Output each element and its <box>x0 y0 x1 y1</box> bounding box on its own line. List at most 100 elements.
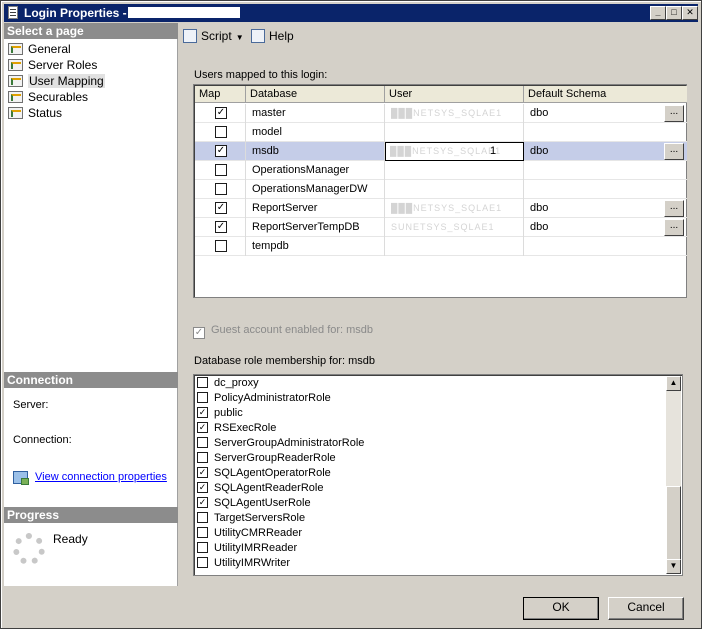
role-checkbox[interactable] <box>197 437 208 448</box>
left-pane: Select a page General Server Roles User … <box>4 23 178 586</box>
database-cell: model <box>246 123 385 142</box>
user-cell[interactable] <box>385 237 524 256</box>
page-icon <box>8 59 23 71</box>
schema-cell[interactable]: dbo <box>524 104 687 123</box>
role-checkbox[interactable] <box>197 377 208 388</box>
role-checkbox[interactable] <box>197 392 208 403</box>
page-securables[interactable]: Securables <box>8 90 88 105</box>
role-checkbox[interactable]: ✓ <box>197 482 208 493</box>
schema-browse-button[interactable]: ... <box>664 200 684 217</box>
text-caret: 1 <box>490 145 497 157</box>
vertical-scrollbar[interactable]: ▲ ▼ <box>666 376 681 574</box>
minimize-button[interactable]: _ <box>650 6 666 20</box>
table-row[interactable]: OperationsManagerDW <box>195 180 687 199</box>
column-header-database[interactable]: Database <box>246 86 385 103</box>
server-label: Server: <box>13 399 49 411</box>
table-row[interactable]: tempdb <box>195 237 687 256</box>
column-header-user[interactable]: User <box>385 86 524 103</box>
role-membership-list: dc_proxy PolicyAdministratorRole ✓ public ✓ R… <box>193 374 683 576</box>
user-mapping-panel: Users mapped to this login: Map Database… <box>179 49 697 586</box>
ok-button[interactable]: OK <box>523 597 599 620</box>
scroll-up-icon[interactable]: ▲ <box>666 376 681 391</box>
chevron-down-icon[interactable]: ▼ <box>236 33 244 42</box>
user-cell[interactable] <box>385 180 524 199</box>
page-general[interactable]: General <box>8 42 71 57</box>
script-icon <box>183 29 197 43</box>
map-checkbox[interactable] <box>215 126 227 138</box>
user-cell[interactable]: ███NETSYS_SQLAE1 <box>385 199 524 218</box>
map-checkbox[interactable]: ✓ <box>215 107 227 119</box>
map-checkbox[interactable]: ✓ <box>215 145 227 157</box>
map-checkbox[interactable] <box>215 183 227 195</box>
map-checkbox[interactable] <box>215 164 227 176</box>
database-cell: tempdb <box>246 237 385 256</box>
role-label: SQLAgentUserRole <box>214 497 311 509</box>
schema-cell[interactable] <box>524 161 687 180</box>
page-status[interactable]: Status <box>8 106 62 121</box>
role-label: UtilityCMRReader <box>214 527 303 539</box>
user-cell[interactable] <box>385 161 524 180</box>
column-header-map[interactable]: Map <box>195 86 246 103</box>
close-button[interactable]: ✕ <box>682 6 698 20</box>
help-icon <box>251 29 265 43</box>
database-cell: OperationsManagerDW <box>246 180 385 199</box>
scroll-thumb[interactable] <box>666 486 681 560</box>
schema-browse-button[interactable]: ... <box>664 143 684 160</box>
scroll-down-icon[interactable]: ▼ <box>666 559 681 574</box>
script-button[interactable]: Script ▼ <box>183 28 244 44</box>
cancel-button[interactable]: Cancel <box>608 597 684 620</box>
connection-properties-icon <box>13 471 29 485</box>
user-mapping-grid: Map Database User Default Schema ✓ maste… <box>193 84 687 298</box>
role-checkbox[interactable] <box>197 512 208 523</box>
table-row[interactable]: model <box>195 123 687 142</box>
schema-cell[interactable]: dbo <box>524 199 687 218</box>
guest-account-label: Guest account enabled for: msdb <box>211 324 374 336</box>
role-checkbox[interactable]: ✓ <box>197 467 208 478</box>
page-user-mapping[interactable]: User Mapping <box>8 74 105 89</box>
role-checkbox[interactable] <box>197 527 208 538</box>
maximize-button[interactable]: □ <box>666 6 682 20</box>
role-checkbox[interactable] <box>197 542 208 553</box>
schema-cell[interactable]: dbo <box>524 218 687 237</box>
table-row[interactable]: ✓ master ███NETSYS_SQLAE1 dbo ... <box>195 104 687 123</box>
help-button[interactable]: Help <box>251 28 294 44</box>
column-header-default-schema[interactable]: Default Schema <box>524 86 687 103</box>
page-icon <box>8 107 23 119</box>
role-checkbox[interactable] <box>197 452 208 463</box>
role-label: PolicyAdministratorRole <box>214 392 331 404</box>
role-label: ServerGroupAdministratorRole <box>214 437 365 449</box>
login-properties-window: Login Properties - _ □ ✕ Select a page G… <box>0 0 702 629</box>
connection-label: Connection: <box>13 434 72 446</box>
schema-browse-button[interactable]: ... <box>664 105 684 122</box>
role-label: ServerGroupReaderRole <box>214 452 336 464</box>
map-checkbox[interactable]: ✓ <box>215 202 227 214</box>
schema-cell[interactable] <box>524 123 687 142</box>
map-checkbox[interactable] <box>215 240 227 252</box>
database-cell: msdb <box>246 142 385 161</box>
schema-cell[interactable]: dbo <box>524 142 687 161</box>
table-row[interactable]: ✓ ReportServerTempDB SUNETSYS_SQLAE1 dbo… <box>195 218 687 237</box>
role-checkbox[interactable]: ✓ <box>197 497 208 508</box>
role-label: UtilityIMRWriter <box>214 557 290 569</box>
page-server-roles[interactable]: Server Roles <box>8 58 97 73</box>
progress-spinner-icon <box>13 533 45 565</box>
role-checkbox[interactable] <box>197 557 208 568</box>
redacted-server-name <box>13 414 113 422</box>
user-edit-field[interactable]: ███NETSYS_SQLAE1 1 <box>385 142 524 161</box>
view-connection-properties-link[interactable]: View connection properties <box>35 471 167 483</box>
user-cell[interactable] <box>385 123 524 142</box>
table-row[interactable]: ✓ ReportServer ███NETSYS_SQLAE1 dbo ... <box>195 199 687 218</box>
user-cell[interactable]: ███NETSYS_SQLAE1 <box>385 104 524 123</box>
role-checkbox[interactable]: ✓ <box>197 422 208 433</box>
redacted-login-name <box>128 7 240 18</box>
map-checkbox[interactable]: ✓ <box>215 221 227 233</box>
role-checkbox[interactable]: ✓ <box>197 407 208 418</box>
schema-browse-button[interactable]: ... <box>664 219 684 236</box>
progress-header: Progress <box>4 507 178 523</box>
schema-cell[interactable] <box>524 237 687 256</box>
role-label: UtilityIMRReader <box>214 542 298 554</box>
schema-cell[interactable] <box>524 180 687 199</box>
table-row[interactable]: OperationsManager <box>195 161 687 180</box>
user-cell[interactable]: SUNETSYS_SQLAE1 <box>385 218 524 237</box>
table-row-selected[interactable]: ✓ msdb ███NETSYS_SQLAE1 1 dbo ... <box>195 142 687 161</box>
